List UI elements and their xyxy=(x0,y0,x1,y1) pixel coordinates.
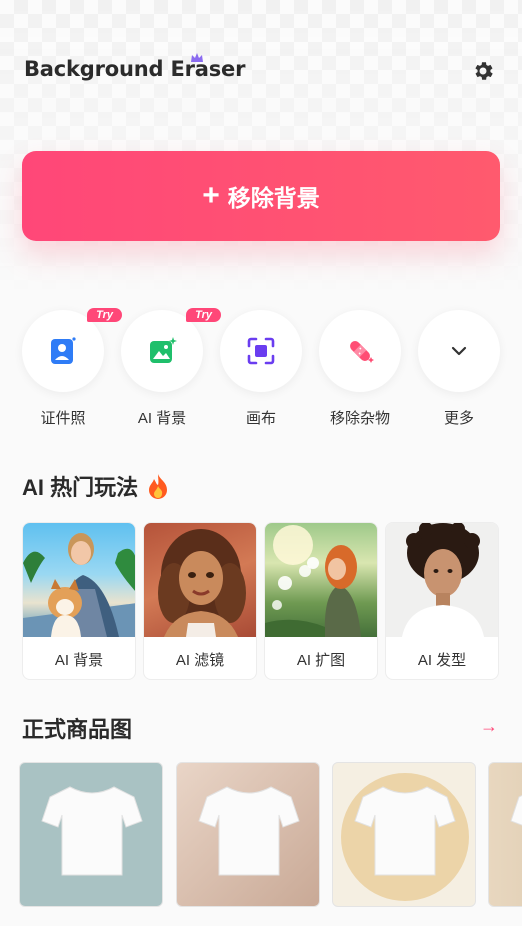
tool-ai-background[interactable]: Try AI 背景 xyxy=(121,308,221,428)
arrow-right-icon[interactable]: → xyxy=(480,716,498,737)
product-template[interactable] xyxy=(488,762,522,907)
product-template[interactable] xyxy=(176,762,320,907)
try-badge: Try xyxy=(186,308,221,322)
plus-icon: + xyxy=(202,179,220,212)
product-template[interactable] xyxy=(332,762,476,907)
hot-card-ai-hairstyle[interactable]: AI 发型 xyxy=(385,522,499,680)
fire-icon xyxy=(149,474,168,499)
product-templates xyxy=(19,762,522,907)
hot-cards: AI 背景 AI 滤镜 AI 扩图 AI 发型 xyxy=(22,522,522,680)
tool-more[interactable]: 更多 xyxy=(418,310,500,428)
bandage-icon xyxy=(350,341,374,363)
card-image xyxy=(23,523,135,637)
hot-card-ai-filter[interactable]: AI 滤镜 xyxy=(143,522,257,680)
hot-card-ai-background[interactable]: AI 背景 xyxy=(22,522,136,680)
tool-label: 画布 xyxy=(245,410,276,427)
try-badge: Try xyxy=(87,308,122,322)
card-image xyxy=(265,523,377,637)
hot-section-title-text: AI 热门玩法 xyxy=(22,475,139,500)
card-image xyxy=(386,523,498,637)
tool-label: 证件照 xyxy=(40,410,86,427)
crop-frame-icon xyxy=(247,337,275,365)
tool-remove-objects[interactable]: 移除杂物 xyxy=(319,310,401,428)
id-photo-icon xyxy=(51,337,76,364)
card-label: AI 扩图 xyxy=(296,651,346,669)
app-title: Background Eraser xyxy=(24,57,246,81)
tool-label: 更多 xyxy=(443,410,474,427)
remove-background-button[interactable]: + 移除背景 xyxy=(22,151,500,241)
products-section-title: 正式商品图 xyxy=(22,717,133,742)
tool-canvas[interactable]: 画布 xyxy=(220,310,302,428)
settings-button[interactable] xyxy=(469,57,497,85)
chevron-down-icon xyxy=(451,346,467,356)
image-sparkle-icon xyxy=(150,337,177,363)
remove-background-label: 移除背景 xyxy=(227,185,320,211)
card-label: AI 发型 xyxy=(417,651,467,669)
tool-label: 移除杂物 xyxy=(329,410,390,427)
card-label: AI 背景 xyxy=(54,651,104,669)
checker-background xyxy=(0,0,522,300)
card-image xyxy=(144,523,256,637)
tool-label: AI 背景 xyxy=(137,410,187,427)
hot-section-title: AI 热门玩法 xyxy=(22,470,170,502)
product-template[interactable] xyxy=(19,762,163,907)
tool-id-photo[interactable]: Try 证件照 xyxy=(22,308,122,428)
card-label: AI 滤镜 xyxy=(175,651,225,669)
hot-card-ai-expand[interactable]: AI 扩图 xyxy=(264,522,378,680)
gear-icon xyxy=(475,62,493,80)
tool-row: Try 证件照 Try AI 背景 画布 移除杂物 更多 xyxy=(0,308,522,440)
crown-icon xyxy=(191,53,203,62)
